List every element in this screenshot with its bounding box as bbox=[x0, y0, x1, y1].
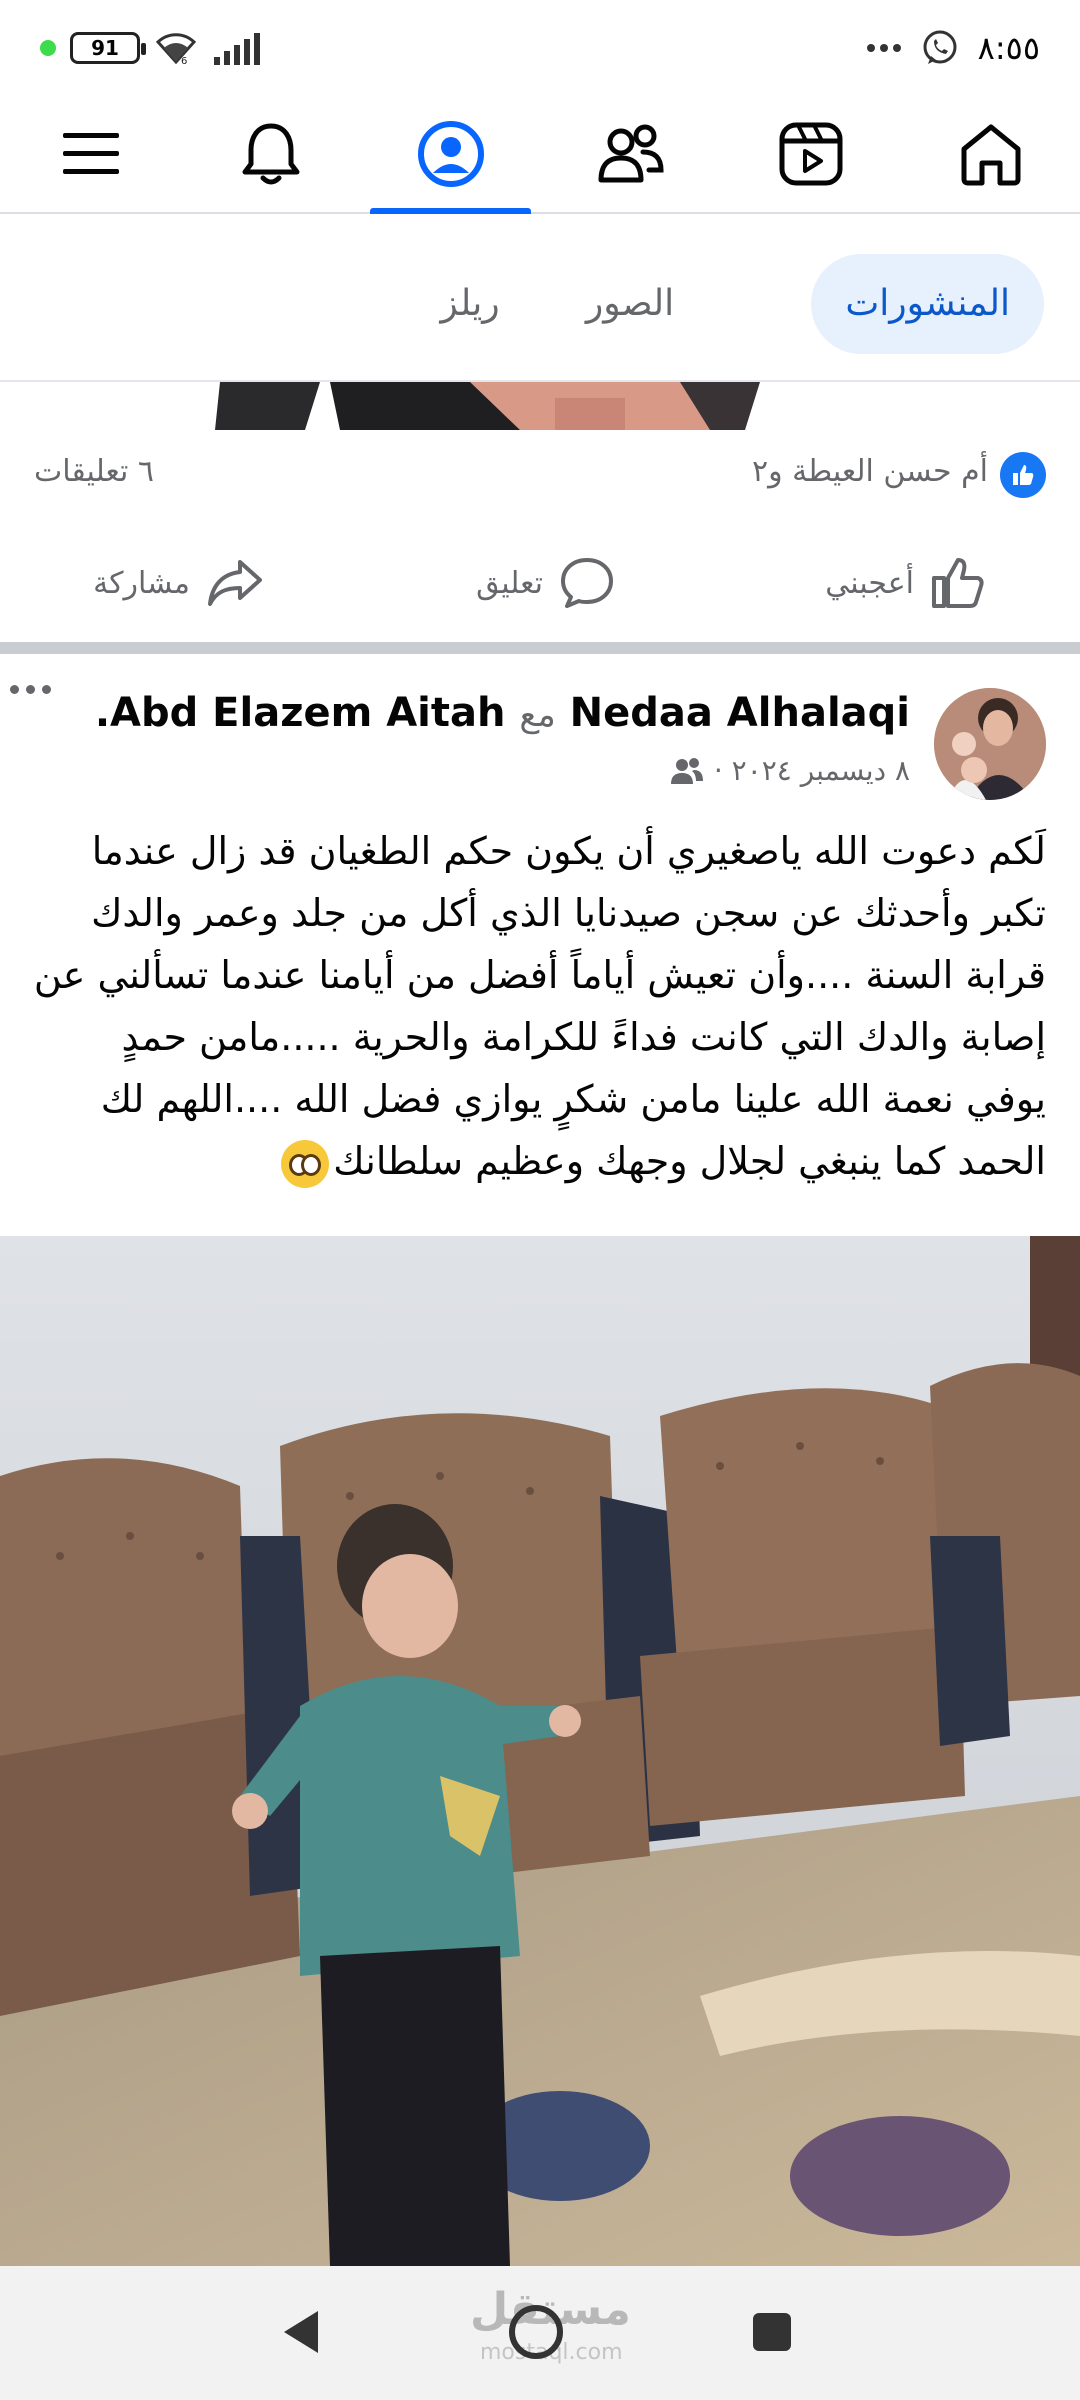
tab-reels[interactable]: ريلز bbox=[415, 254, 525, 354]
back-button[interactable] bbox=[270, 2302, 330, 2362]
post-text: لَكم دعوت الله ياصغيري أن يكون حكم الطغي… bbox=[34, 820, 1046, 1192]
signal-icon bbox=[214, 33, 260, 65]
tab-posts[interactable]: المنشورات bbox=[811, 254, 1044, 354]
home-circle-icon bbox=[509, 2305, 563, 2359]
share-icon bbox=[208, 560, 262, 606]
clock: ٨:٥٥ bbox=[977, 29, 1040, 67]
post-text-line: الحمد كما ينبغي لجلال وجهك وعظيم سلطانك bbox=[333, 1139, 1046, 1183]
profile-icon bbox=[417, 121, 484, 187]
nav-reels[interactable] bbox=[728, 96, 893, 212]
comment-count[interactable]: ٦ تعليقات bbox=[34, 454, 154, 489]
nav-home[interactable] bbox=[908, 96, 1073, 212]
battery-icon: 91 bbox=[70, 32, 146, 64]
recents-square-icon bbox=[753, 2313, 791, 2351]
post-text-line: قرابة السنة ....وأن تعيش أياماً أفضل من … bbox=[33, 953, 1046, 997]
reactions-summary[interactable]: أم حسن العيطة و٢ ٦ تعليقات bbox=[0, 430, 1080, 520]
status-left: 91 6 bbox=[40, 28, 264, 68]
bell-icon bbox=[242, 123, 299, 185]
reaction-names[interactable]: أم حسن العيطة و٢ bbox=[752, 454, 988, 489]
recents-button[interactable] bbox=[742, 2302, 802, 2362]
system-navigation-bar: مستقل mostaql.com bbox=[0, 2266, 1080, 2400]
more-options-icon[interactable] bbox=[0, 674, 60, 704]
video-icon bbox=[779, 122, 842, 186]
post-text-line: لَكم دعوت الله ياصغيري أن يكون حكم الطغي… bbox=[91, 829, 1046, 873]
wifi-icon: 6 bbox=[155, 33, 197, 66]
notification-dot-icon bbox=[40, 40, 56, 56]
whatsapp-icon bbox=[923, 30, 957, 64]
previous-post-image[interactable] bbox=[0, 382, 1080, 430]
nav-menu[interactable] bbox=[8, 96, 173, 212]
like-reaction-icon bbox=[1000, 452, 1046, 498]
post-title: Nedaa Alhalaqi مع Abd Elazem Aitah. bbox=[95, 690, 910, 736]
post-meta: ٨ ديسمبر ٢٠٢٤ · bbox=[670, 754, 910, 787]
like-label: أعجبني bbox=[825, 565, 914, 601]
top-nav bbox=[0, 96, 1080, 214]
with-word: مع bbox=[519, 695, 556, 735]
friends-icon bbox=[598, 124, 664, 183]
share-label: مشاركة bbox=[93, 565, 190, 601]
more-icon bbox=[866, 44, 901, 52]
tagged-name[interactable]: Abd Elazem Aitah bbox=[110, 690, 505, 736]
back-icon bbox=[284, 2311, 318, 2353]
tab-photos[interactable]: الصور bbox=[560, 254, 700, 354]
post-text-line-last: الحمد كما ينبغي لجلال وجهك وعظيم سلطانك bbox=[34, 1130, 1046, 1192]
menu-icon bbox=[62, 133, 119, 174]
post-actions: أعجبني تعليق مشاركة bbox=[0, 530, 1080, 636]
avatar[interactable] bbox=[934, 688, 1046, 800]
post-separator bbox=[0, 642, 1080, 654]
post-date[interactable]: ٨ ديسمبر ٢٠٢٤ · bbox=[714, 754, 910, 787]
comment-button[interactable]: تعليق bbox=[476, 530, 615, 636]
comment-label: تعليق bbox=[476, 565, 543, 601]
friends-audience-icon bbox=[670, 757, 703, 784]
comment-icon bbox=[561, 558, 613, 608]
share-button[interactable]: مشاركة bbox=[93, 530, 264, 636]
pleading-face-emoji-icon bbox=[281, 1139, 330, 1188]
post-text-line: إصابة والدك التي كانت فداءً للكرامة والح… bbox=[121, 1015, 1046, 1059]
battery-level: 91 bbox=[91, 36, 119, 60]
thumbs-up-icon bbox=[932, 558, 984, 608]
home-system-button[interactable] bbox=[506, 2302, 566, 2362]
author-name[interactable]: Nedaa Alhalaqi bbox=[570, 690, 910, 736]
nav-friends[interactable] bbox=[548, 96, 713, 212]
post-text-line: تكبر وأحدثك عن سجن صيدنايا الذي أكل من ج… bbox=[91, 891, 1046, 935]
post-video[interactable] bbox=[0, 1236, 1080, 2266]
home-icon bbox=[961, 124, 1020, 186]
svg-text:6: 6 bbox=[181, 56, 187, 66]
status-bar: 91 6 ٨:٥٥ bbox=[0, 0, 1080, 96]
like-button[interactable]: أعجبني bbox=[825, 530, 986, 636]
title-period: . bbox=[94, 690, 111, 736]
post-header: Nedaa Alhalaqi مع Abd Elazem Aitah. ٨ دي… bbox=[0, 654, 1080, 814]
nav-profile[interactable] bbox=[368, 96, 533, 214]
profile-tabs: المنشورات الصور ريلز bbox=[0, 216, 1080, 382]
nav-notifications[interactable] bbox=[188, 96, 353, 212]
status-right: ٨:٥٥ bbox=[866, 24, 1040, 72]
post-text-line: يوفي نعمة الله علينا مامن شكرٍ يوازي فضل… bbox=[100, 1077, 1046, 1121]
